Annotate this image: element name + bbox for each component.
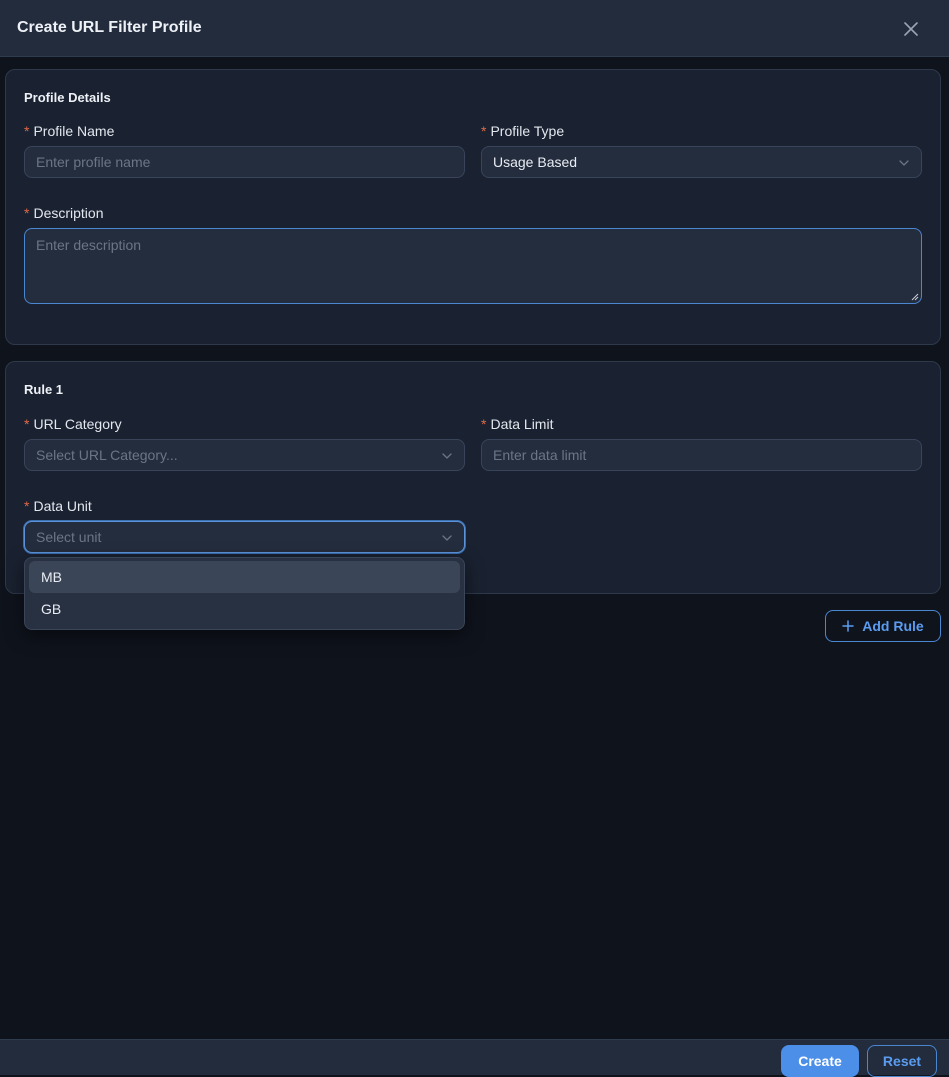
description-textarea[interactable]: Enter description [24, 228, 922, 304]
profile-name-label: * Profile Name [24, 123, 115, 139]
profile-type-value: Usage Based [493, 154, 578, 170]
profile-details-title: Profile Details [24, 90, 111, 105]
profile-type-select[interactable]: Usage Based [481, 146, 922, 178]
rule-title: Rule 1 [24, 382, 64, 397]
data-limit-input[interactable]: Enter data limit [481, 439, 922, 471]
data-unit-label: * Data Unit [24, 498, 92, 514]
required-mark: * [24, 416, 30, 432]
add-rule-label: Add Rule [862, 618, 924, 634]
profile-type-label: * Profile Type [481, 123, 565, 139]
modal-header: Create URL Filter Profile [0, 0, 949, 57]
modal-footer: Create Reset [0, 1039, 949, 1077]
required-mark: * [481, 416, 487, 432]
reset-button[interactable]: Reset [867, 1045, 937, 1077]
add-rule-button[interactable]: Add Rule [825, 610, 941, 642]
url-category-select[interactable]: Select URL Category... [24, 439, 465, 471]
resize-handle-icon[interactable] [911, 293, 919, 301]
dropdown-option-mb[interactable]: MB [29, 561, 460, 593]
dropdown-option-gb[interactable]: GB [29, 593, 460, 625]
required-mark: * [24, 123, 30, 139]
modal-title: Create URL Filter Profile [17, 19, 202, 36]
description-label: * Description [24, 205, 104, 221]
close-button[interactable] [900, 18, 922, 40]
chevron-down-icon [899, 160, 909, 166]
profile-name-input[interactable]: Enter profile name [24, 146, 465, 178]
data-unit-dropdown: MB GB [24, 557, 465, 630]
required-mark: * [24, 498, 30, 514]
url-category-label: * URL Category [24, 416, 122, 432]
plus-icon [842, 620, 855, 632]
required-mark: * [481, 123, 487, 139]
create-button[interactable]: Create [781, 1045, 859, 1077]
data-unit-select[interactable]: Select unit [24, 521, 465, 553]
chevron-down-icon [442, 453, 452, 459]
required-mark: * [24, 205, 30, 221]
chevron-down-icon [442, 535, 452, 541]
data-limit-label: * Data Limit [481, 416, 554, 432]
close-icon [904, 22, 918, 36]
